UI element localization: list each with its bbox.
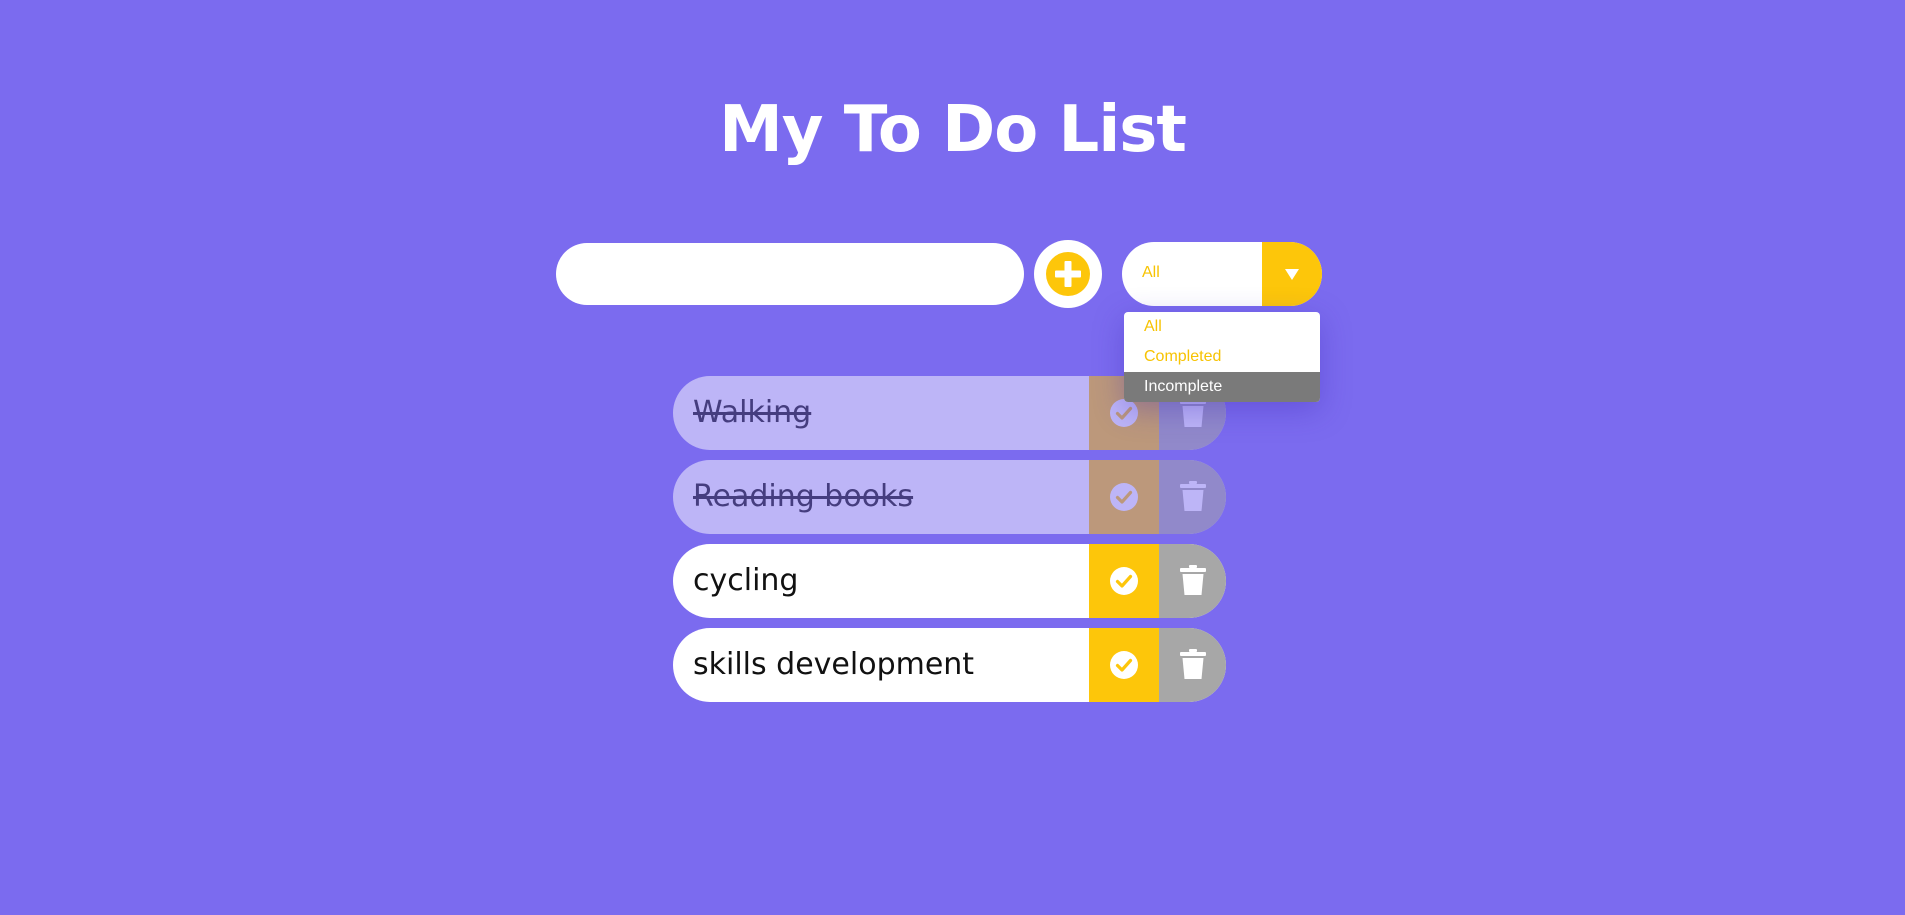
check-circle-icon — [1110, 483, 1138, 511]
todo-item: skills development — [673, 628, 1226, 702]
trash-icon — [1180, 649, 1206, 679]
todo-input[interactable] — [556, 243, 1024, 305]
complete-button[interactable] — [1089, 544, 1159, 618]
todo-text: Reading books — [693, 479, 914, 514]
todo-text: skills development — [693, 647, 975, 682]
check-circle-icon — [1110, 567, 1138, 595]
todo-item: Reading books — [673, 460, 1226, 534]
plus-circle-icon — [1046, 252, 1090, 296]
filter-option-completed[interactable]: Completed — [1124, 342, 1320, 372]
todo-text: Walking — [693, 395, 812, 430]
filter-arrow-button[interactable] — [1262, 242, 1322, 306]
todo-app: My To Do List All All Completed Incomple… — [0, 0, 1905, 915]
check-circle-icon — [1110, 651, 1138, 679]
todo-item: cycling — [673, 544, 1226, 618]
caret-down-icon — [1285, 269, 1299, 280]
todo-text: cycling — [693, 563, 799, 598]
complete-button[interactable] — [1089, 460, 1159, 534]
filter-option-incomplete[interactable]: Incomplete — [1124, 372, 1320, 402]
trash-icon — [1180, 481, 1206, 511]
filter-option-all[interactable]: All — [1124, 312, 1320, 342]
check-circle-icon — [1110, 399, 1138, 427]
delete-button[interactable] — [1159, 460, 1226, 534]
trash-icon — [1180, 565, 1206, 595]
filter-selected-value: All — [1142, 264, 1160, 281]
page-title: My To Do List — [719, 92, 1187, 167]
todo-list: Walking Reading books cycling skills dev… — [673, 376, 1226, 712]
filter-dropdown-menu: All Completed Incomplete — [1124, 312, 1320, 402]
add-todo-button[interactable] — [1034, 240, 1102, 308]
delete-button[interactable] — [1159, 544, 1226, 618]
filter-select[interactable]: All — [1122, 242, 1322, 306]
delete-button[interactable] — [1159, 628, 1226, 702]
complete-button[interactable] — [1089, 628, 1159, 702]
